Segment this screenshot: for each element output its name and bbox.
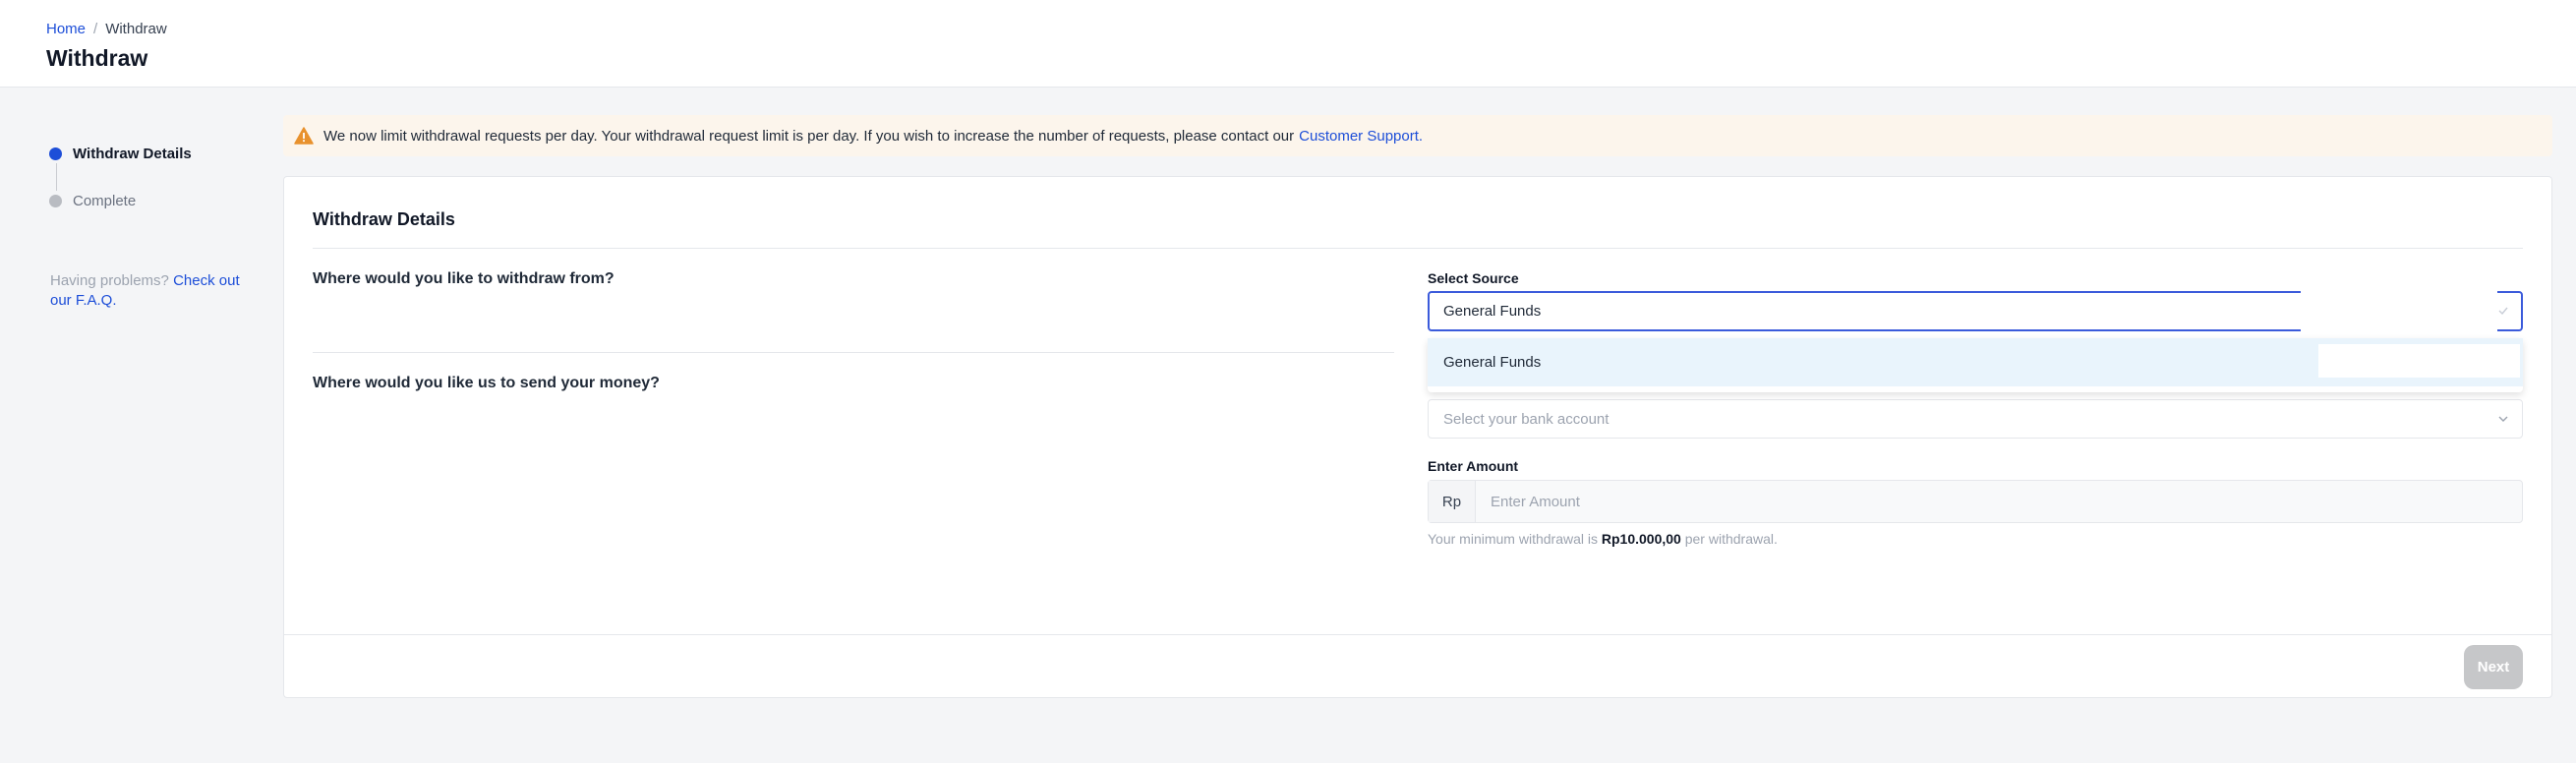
step-complete: Complete	[49, 191, 192, 210]
select-source-label: Select Source	[1428, 270, 1519, 286]
dropdown-overlay	[2318, 344, 2520, 378]
breadcrumb-home-link[interactable]: Home	[46, 21, 86, 37]
breadcrumb-separator: /	[93, 21, 98, 37]
step-label: Withdraw Details	[73, 145, 192, 162]
next-button[interactable]: Next	[2464, 645, 2523, 689]
hint-amount: Rp10.000,00	[1601, 531, 1681, 547]
warning-triangle-icon	[294, 127, 314, 145]
enter-amount-label: Enter Amount	[1428, 458, 1519, 474]
footer-divider	[284, 634, 2551, 635]
bank-question: Where would you like us to send your mon…	[313, 375, 660, 391]
select-source-dropdown[interactable]: General Funds	[1428, 290, 2523, 335]
withdraw-details-card: Withdraw Details Where would you like to…	[283, 176, 2552, 698]
option-label: General Funds	[1443, 354, 1542, 371]
amount-input[interactable]	[1476, 481, 2522, 522]
help-text: Having problems? Check out our F.A.Q.	[50, 271, 262, 311]
amount-input-group: Rp	[1428, 480, 2523, 523]
alert-text: We now limit withdrawal requests per day…	[323, 127, 1295, 145]
withdraw-limit-alert: We now limit withdrawal requests per day…	[283, 115, 2552, 156]
step-inactive-dot-icon	[49, 194, 62, 207]
card-title: Withdraw Details	[313, 209, 455, 229]
source-question: Where would you like to withdraw from?	[313, 270, 615, 287]
select-source-overlay	[2301, 290, 2497, 335]
chevron-down-icon	[2498, 416, 2508, 422]
source-dropdown-menu: General Funds	[1428, 338, 2523, 392]
step-withdraw-details: Withdraw Details	[49, 144, 192, 163]
minimum-withdrawal-hint: Your minimum withdrawal is Rp10.000,00 p…	[1428, 531, 1778, 547]
hint-prefix: Your minimum withdrawal is	[1428, 531, 1598, 547]
section-divider	[313, 352, 1394, 353]
check-icon	[2498, 307, 2508, 316]
breadcrumb: Home / Withdraw	[46, 21, 167, 37]
currency-prefix: Rp	[1429, 481, 1476, 522]
step-active-dot-icon	[49, 147, 62, 160]
step-connector	[56, 163, 57, 191]
help-prefix: Having problems?	[50, 272, 169, 289]
select-source-value: General Funds	[1443, 303, 1542, 320]
bank-account-select[interactable]: Select your bank account	[1428, 399, 2523, 439]
stepper: Withdraw Details Complete	[49, 144, 192, 210]
step-label: Complete	[73, 192, 137, 209]
page-title: Withdraw	[46, 45, 148, 71]
page-header: Home / Withdraw Withdraw	[0, 0, 2576, 88]
customer-support-link[interactable]: Customer Support.	[1299, 128, 1423, 145]
hint-suffix: per withdrawal.	[1684, 531, 1778, 547]
bank-account-placeholder: Select your bank account	[1443, 410, 1610, 428]
title-divider	[313, 248, 2523, 249]
breadcrumb-current: Withdraw	[105, 21, 167, 37]
